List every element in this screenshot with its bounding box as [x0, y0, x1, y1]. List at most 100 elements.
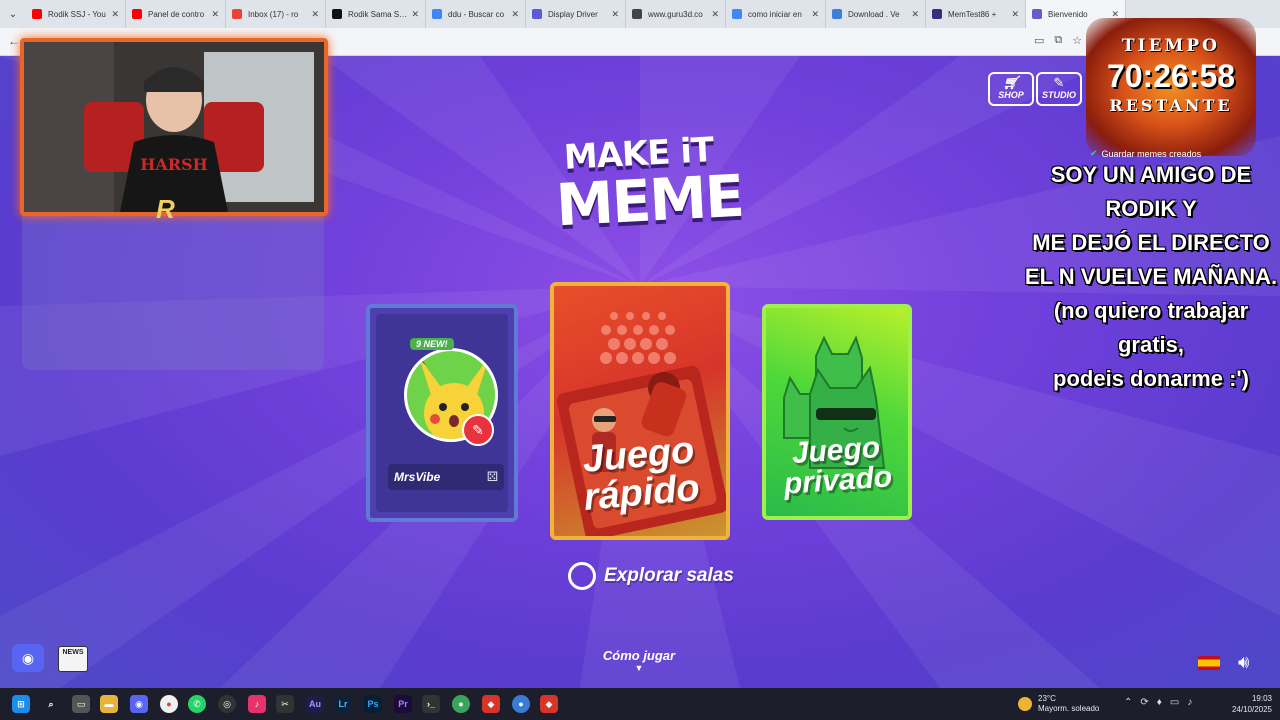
memtest-favicon-icon — [932, 9, 942, 19]
translate-icon[interactable]: ⧉ — [1054, 34, 1062, 47]
lightroom-icon[interactable]: Lr — [334, 695, 352, 713]
cast-icon[interactable]: ▭ — [1034, 34, 1044, 47]
tab-close-icon[interactable]: ✕ — [1011, 9, 1019, 20]
streamer-r-logo-icon: R — [156, 194, 175, 224]
streamlabs-active-icon[interactable]: ◆ — [540, 695, 558, 713]
browser-tab[interactable]: Rodik SSJ - You ✕ — [26, 0, 126, 28]
username-label: MrsVibe — [394, 470, 441, 484]
guru3d-favicon-icon — [632, 9, 642, 19]
discord-icon: ◉ — [21, 649, 35, 666]
tab-close-icon[interactable]: ✕ — [311, 9, 319, 20]
random-name-dice-icon[interactable]: ⚄ — [487, 469, 498, 485]
shop-button[interactable]: 🛒︎ SHOP — [988, 72, 1034, 106]
streamer-message: SOY UN AMIGO DE RODIK Y ME DEJÓ EL DIREC… — [1024, 162, 1278, 391]
svg-text:HARSH: HARSH — [140, 155, 208, 174]
address-bar-actions: ▭ ⧉ ☆ — [1034, 34, 1082, 47]
news-button[interactable]: NEWS — [58, 646, 88, 672]
tiktok-live-icon[interactable]: ♪ — [248, 695, 266, 713]
obs-icon[interactable]: ◎ — [218, 695, 236, 713]
windows-taskbar: ⊞ ⌕ ▭ ▬ ◉ ● ✆ ◎ ♪ ✂ Au Lr Ps Pr ›_ ● ◆ ●… — [0, 688, 1280, 720]
search-icon[interactable]: ⌕ — [42, 695, 60, 713]
game-favicon-icon — [1032, 9, 1042, 19]
browser-tab[interactable]: MemTest86 + ✕ — [926, 0, 1026, 28]
browser-tab[interactable]: Rodik Sama SSJ ✕ — [326, 0, 426, 28]
tab-close-icon[interactable]: ✕ — [211, 9, 219, 20]
browser-tab[interactable]: www.guru3d.co ✕ — [626, 0, 726, 28]
how-to-play-link[interactable]: Cómo jugar ▼ — [598, 648, 680, 673]
news-icon-label: NEWS — [62, 649, 84, 656]
profile-card-inner: 9 NEW! ✎ MrsVibe ⚄ — [376, 314, 508, 512]
network-icon[interactable]: ▭ — [1170, 697, 1179, 708]
quick-play-title: Juego rápido — [580, 429, 702, 519]
driver-favicon-icon — [532, 9, 542, 19]
download-favicon-icon — [832, 9, 842, 19]
tiktok-favicon-icon — [332, 9, 342, 19]
tab-close-icon[interactable]: ✕ — [111, 9, 119, 20]
gmail-favicon-icon — [232, 9, 242, 19]
webcam-overlay: HARSH — [20, 38, 328, 216]
explore-rooms-label: Explorar salas — [604, 565, 734, 586]
browser-tab[interactable]: Inbox (17) - ro ✕ — [226, 0, 326, 28]
system-clock[interactable]: 19:03 24/10/2025 — [1220, 693, 1272, 715]
tab-close-icon[interactable]: ✕ — [911, 9, 919, 20]
bookmark-star-icon[interactable]: ☆ — [1072, 34, 1082, 47]
weather-widget[interactable]: 23°C Mayorm. soleado — [1018, 694, 1099, 714]
tab-close-icon[interactable]: ✕ — [611, 9, 619, 20]
sync-icon[interactable]: ⟳ — [1140, 697, 1148, 708]
youtube-favicon-icon — [132, 9, 142, 19]
streamlabs-icon[interactable]: ◆ — [482, 695, 500, 713]
quick-play-card[interactable]: Juego rápido — [550, 282, 730, 540]
back-arrow-icon[interactable]: ← — [8, 34, 20, 48]
explore-rooms-button[interactable]: Explorar salas — [568, 562, 734, 590]
edit-avatar-button[interactable]: ✎ — [462, 414, 494, 446]
webcam-background-panel — [22, 216, 324, 370]
chevron-up-icon[interactable]: ⌃ — [1124, 697, 1132, 708]
brush-icon: ✎ — [1053, 75, 1065, 90]
browser-tab[interactable]: como iniciar en ✕ — [726, 0, 826, 28]
sun-icon — [1018, 697, 1032, 711]
tab-close-icon[interactable]: ✕ — [711, 9, 719, 20]
system-tray: ⌃ ⟳ ♦ ▭ ♪ — [1124, 697, 1192, 708]
streamer-webcam-image: HARSH — [24, 42, 324, 212]
tab-close-icon[interactable]: ✕ — [411, 9, 419, 20]
capcut-icon[interactable]: ✂ — [276, 695, 294, 713]
browser-tab[interactable]: Download . Ve ✕ — [826, 0, 926, 28]
microphone-icon[interactable]: ♦ — [1157, 697, 1162, 708]
task-view-icon[interactable]: ▭ — [72, 695, 90, 713]
pencil-icon: ✎ — [472, 421, 484, 438]
browser-tab[interactable]: Display Driver ✕ — [526, 0, 626, 28]
profile-card[interactable]: 9 NEW! ✎ MrsVibe ⚄ — [366, 304, 518, 522]
private-game-card[interactable]: Juego privado — [762, 304, 912, 520]
tab-close-icon[interactable]: ✕ — [511, 9, 519, 20]
countdown-timer: TIEMPO 70:26:58 RESTANTE — [1086, 18, 1256, 156]
username-field[interactable]: MrsVibe ⚄ — [388, 464, 504, 490]
whatsapp-icon[interactable]: ✆ — [188, 695, 206, 713]
tab-search-menu[interactable]: ⌄ — [0, 0, 26, 28]
speaker-volume-icon[interactable]: 🔊︎ — [1238, 652, 1249, 673]
private-game-title: Juego privado — [782, 430, 894, 501]
google-favicon-icon — [432, 9, 442, 19]
cart-icon: 🛒︎ — [1002, 75, 1020, 90]
chrome-profile-icon[interactable]: ● — [512, 695, 530, 713]
file-explorer-icon[interactable]: ▬ — [100, 695, 118, 713]
youtube-favicon-icon — [32, 9, 42, 19]
spain-flag-language-icon[interactable] — [1198, 656, 1220, 670]
audition-icon[interactable]: Au — [306, 695, 324, 713]
tab-close-icon[interactable]: ✕ — [811, 9, 819, 20]
discord-button[interactable]: ◉ — [12, 644, 44, 672]
terminal-icon[interactable]: ›_ — [422, 695, 440, 713]
chevron-down-icon: ▼ — [634, 663, 644, 673]
new-items-badge: 9 NEW! — [410, 338, 454, 350]
premiere-icon[interactable]: Pr — [394, 695, 412, 713]
globe-icon — [568, 562, 596, 590]
chrome-profile-icon[interactable]: ● — [452, 695, 470, 713]
browser-tab[interactable]: Panel de contro ✕ — [126, 0, 226, 28]
windows-start-icon[interactable]: ⊞ — [12, 695, 30, 713]
chrome-icon[interactable]: ● — [160, 695, 178, 713]
make-it-meme-logo: MAKE iT MEME — [554, 130, 745, 240]
volume-icon[interactable]: ♪ — [1187, 697, 1192, 708]
studio-button[interactable]: ✎ STUDIO — [1036, 72, 1082, 106]
discord-taskbar-icon[interactable]: ◉ — [130, 695, 148, 713]
photoshop-icon[interactable]: Ps — [364, 695, 382, 713]
browser-tab[interactable]: ddu - Buscar co ✕ — [426, 0, 526, 28]
